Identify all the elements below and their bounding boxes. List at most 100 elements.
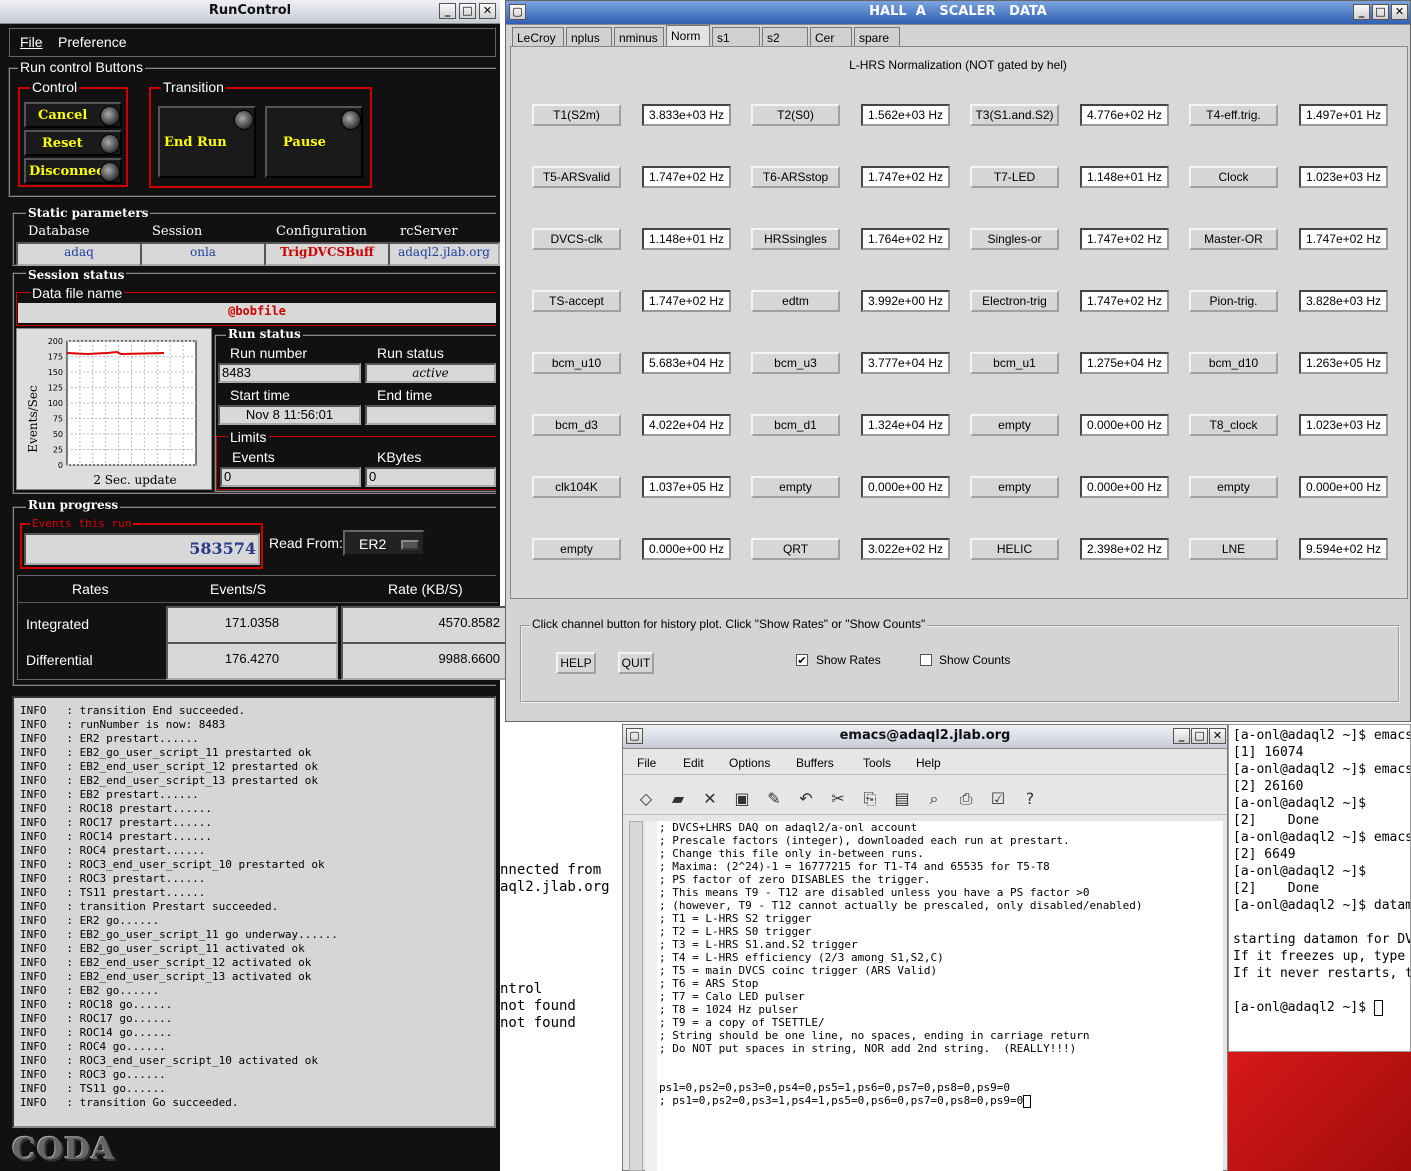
cancel-button[interactable]: Cancel [24,102,122,128]
channel-button-t7-led[interactable]: T7-LED [970,166,1059,188]
emacs-scrollbar[interactable] [629,821,643,1171]
channel-button-t4-eff-trig-[interactable]: T4-eff.trig. [1189,104,1278,126]
buffer-line: ; PS factor of zero DISABLES the trigger… [659,873,931,886]
tab-nplus[interactable]: nplus [566,27,612,47]
channel-button-empty[interactable]: empty [970,476,1059,498]
channel-button-bcm-u3[interactable]: bcm_u3 [751,352,840,374]
tab-cer[interactable]: Cer [810,27,852,47]
new-file-icon[interactable]: ◇ [635,789,657,809]
emacs-menu-buffers[interactable]: Buffers [796,756,834,770]
close-icon[interactable]: ✕ [1391,4,1408,20]
tab-spare[interactable]: spare [854,27,900,47]
maximize-icon[interactable]: □ [1191,728,1208,744]
show-counts-checkbox[interactable] [920,654,932,666]
channel-button-singles-or[interactable]: Singles-or [970,228,1059,250]
minimize-icon[interactable]: _ [1173,728,1190,744]
emacs-menu-file[interactable]: File [637,756,656,770]
channel-button-t2-s0-[interactable]: T2(S0) [751,104,840,126]
channel-button-electron-trig[interactable]: Electron-trig [970,290,1059,312]
copy-icon[interactable]: ⎘ [859,789,881,809]
channel-button-bcm-d3[interactable]: bcm_d3 [532,414,621,436]
events-limit-input[interactable]: 0 [220,467,361,487]
channel-button-edtm[interactable]: edtm [751,290,840,312]
terminal-line: [a-onl@adaql2 ~]$ emacs [1233,830,1411,845]
channel-button-empty[interactable]: empty [751,476,840,498]
terminal-window[interactable]: [a-onl@adaql2 ~]$ emacs [1] 16074 [a-onl@a… [1228,724,1411,1052]
help-button[interactable]: HELP [556,652,596,674]
channel-button-hrssingles[interactable]: HRSsingles [751,228,840,250]
print-icon[interactable]: ⎙ [955,789,977,809]
channel-button-empty[interactable]: empty [970,414,1059,436]
tab-lecroy[interactable]: LeCroy [512,27,564,47]
channel-button-t1-s2m-[interactable]: T1(S2m) [532,104,621,126]
open-folder-icon[interactable]: ▰ [667,789,689,809]
channel-button-t8-clock[interactable]: T8_clock [1189,414,1278,436]
tab-norm[interactable]: Norm [666,25,710,47]
end-run-button[interactable]: End Run [158,106,256,178]
channel-button-t5-arsvalid[interactable]: T5-ARSvalid [532,166,621,188]
kbytes-limit-input[interactable]: 0 [365,467,496,487]
channel-button-bcm-d10[interactable]: bcm_d10 [1189,352,1278,374]
close-buffer-icon[interactable]: ✕ [699,789,721,809]
show-rates-checkbox[interactable]: ✔ [796,654,808,666]
close-icon[interactable]: ✕ [1209,728,1226,744]
message-log[interactable]: INFO : transition End succeeded. INFO : r… [12,696,496,1128]
channel-button-empty[interactable]: empty [532,538,621,560]
emacs-buffer[interactable]: ; DVCS+LHRS DAQ on adaql2/a-onl account;… [657,821,1223,1171]
tab-nminus[interactable]: nminus [614,27,664,47]
undo-icon[interactable]: ↶ [795,789,817,809]
buffer-line: ; T9 = a copy of TSETTLE/ [659,1016,825,1029]
pause-button[interactable]: Pause [265,106,363,178]
channel-button-bcm-d1[interactable]: bcm_d1 [751,414,840,436]
channel-rate: 1.747e+02 Hz [1299,228,1388,250]
channel-button-master-or[interactable]: Master-OR [1189,228,1278,250]
quit-button[interactable]: QUIT [618,652,654,674]
search-icon[interactable]: ⌕ [923,789,945,809]
menu-file[interactable]: File [20,34,43,50]
channel-button-t6-arsstop[interactable]: T6-ARSstop [751,166,840,188]
menu-icon[interactable]: ▢ [509,4,526,20]
channel-button-ts-accept[interactable]: TS-accept [532,290,621,312]
menu-preference[interactable]: Preference [58,34,126,50]
start-time-value: Nov 8 11:56:01 [218,405,361,425]
emacs-titlebar[interactable]: emacs@adaql2.jlab.org ▢ _ □ ✕ [623,725,1227,749]
save-as-icon[interactable]: ✎ [763,789,785,809]
help-icon[interactable]: ? [1019,789,1041,809]
minimize-icon[interactable]: _ [1353,4,1370,20]
channel-button-pion-trig-[interactable]: Pion-trig. [1189,290,1278,312]
channel-button-bcm-u10[interactable]: bcm_u10 [532,352,621,374]
reset-button[interactable]: Reset [24,130,122,156]
cut-icon[interactable]: ✂ [827,789,849,809]
channel-button-empty[interactable]: empty [1189,476,1278,498]
log-line: INFO : ROC14 prestart...... [20,830,213,843]
tab-s2[interactable]: s2 [762,27,808,47]
minimize-icon[interactable]: _ [439,3,456,19]
channel-button-clk104k[interactable]: clk104K [532,476,621,498]
channel-button-bcm-u1[interactable]: bcm_u1 [970,352,1059,374]
log-line: INFO : EB2_go_user_script_11 prestarted … [20,746,312,759]
disconnect-button[interactable]: Disconnect [24,158,122,184]
channel-button-helic[interactable]: HELIC [970,538,1059,560]
channel-rate: 3.992e+00 Hz [861,290,950,312]
channel-button-qrt[interactable]: QRT [751,538,840,560]
channel-button-dvcs-clk[interactable]: DVCS-clk [532,228,621,250]
save-icon[interactable]: ▣ [731,789,753,809]
emacs-menu-tools[interactable]: Tools [863,756,891,770]
channel-button-t3-s1-and-s2-[interactable]: T3(S1.and.S2) [970,104,1059,126]
channel-button-clock[interactable]: Clock [1189,166,1278,188]
emacs-menu-help[interactable]: Help [916,756,941,770]
tab-s1[interactable]: s1 [712,27,760,47]
menu-icon[interactable]: ▢ [626,728,643,744]
channel-button-lne[interactable]: LNE [1189,538,1278,560]
paste-icon[interactable]: ▤ [891,789,913,809]
scaler-titlebar[interactable]: HALL A SCALER DATA ▢ _ □ ✕ [506,1,1410,25]
read-from-select[interactable]: ER2 [343,530,425,556]
maximize-icon[interactable]: □ [1372,4,1389,20]
close-icon[interactable]: ✕ [479,3,496,19]
emacs-menu-edit[interactable]: Edit [683,756,704,770]
runcontrol-titlebar[interactable]: RunControl _ □ ✕ [0,0,500,24]
log-line: INFO : transition End succeeded. [20,704,246,717]
maximize-icon[interactable]: □ [459,3,476,19]
emacs-menu-options[interactable]: Options [729,756,770,770]
preferences-icon[interactable]: ☑ [987,789,1009,809]
